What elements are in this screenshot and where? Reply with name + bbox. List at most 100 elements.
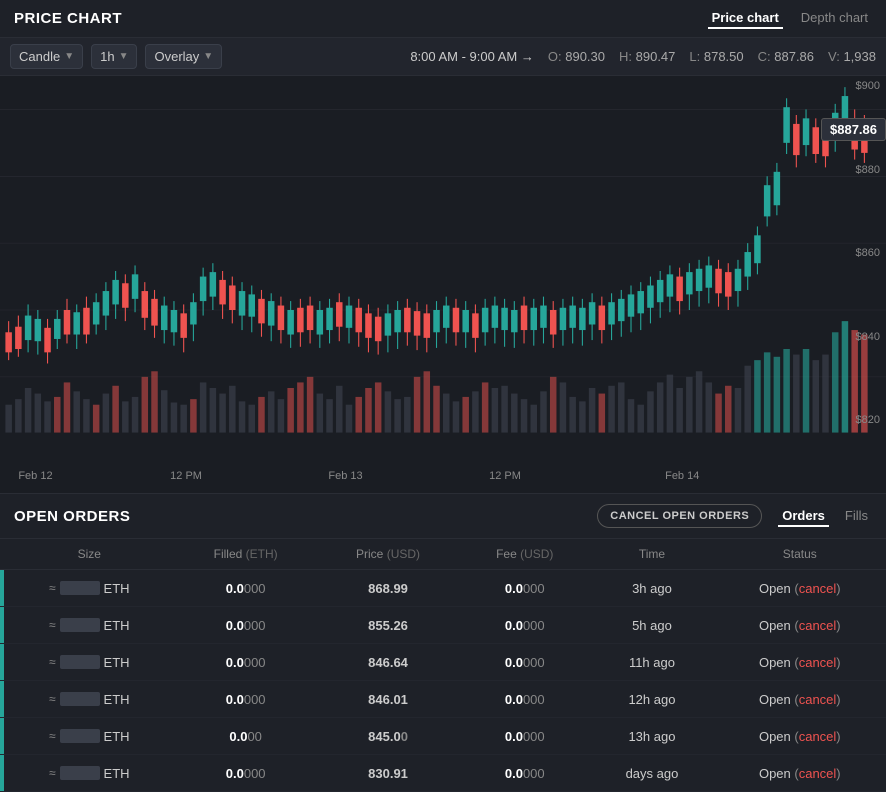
time-cell-2: 5h ago	[590, 607, 713, 644]
ohlcv-info: 8:00 AM - 9:00 AM → O: 890.30 H: 890.47 …	[410, 49, 876, 64]
size-hidden-value	[60, 729, 100, 743]
col-fee: Fee (USD)	[459, 539, 590, 570]
fee-cell-6: 0.0000	[459, 755, 590, 792]
fee-cell-4: 0.0000	[459, 681, 590, 718]
interval-label: 1h	[100, 49, 114, 64]
price-cell-3: 846.64	[317, 644, 459, 681]
table-row: ≈ ETH 0.0000 830.91 0.0000 days ago Open…	[0, 755, 886, 792]
filled-cell-6: 0.0000	[174, 755, 316, 792]
price-cell-2: 855.26	[317, 607, 459, 644]
overlay-label: Overlay	[154, 49, 199, 64]
tab-fills[interactable]: Fills	[841, 506, 872, 527]
size-hidden-value	[60, 618, 100, 632]
status-cell-3: Open (cancel)	[714, 644, 886, 681]
table-row: ≈ ETH 0.0000 855.26 0.0000 5h ago Open (…	[0, 607, 886, 644]
interval-dropdown[interactable]: 1h ▼	[91, 44, 137, 69]
open-label: O: 890.30	[548, 49, 605, 64]
col-price: Price (USD)	[317, 539, 459, 570]
fee-cell-2: 0.0000	[459, 607, 590, 644]
size-cell-5: ≈ ETH	[4, 718, 174, 755]
table-row: ≈ ETH 0.0000 868.99 0.0000 3h ago Open (…	[0, 570, 886, 607]
candle-label: Candle	[19, 49, 60, 64]
size-cell-3: ≈ ETH	[4, 644, 174, 681]
size-hidden-value	[60, 766, 100, 780]
col-filled: Filled (ETH)	[174, 539, 316, 570]
cancel-link-4[interactable]: cancel	[799, 692, 837, 707]
status-cell-5: Open (cancel)	[714, 718, 886, 755]
filled-cell-4: 0.0000	[174, 681, 316, 718]
time-label-12pm-2: 12 PM	[489, 470, 521, 482]
table-row: ≈ ETH 0.0000 846.64 0.0000 11h ago Open …	[0, 644, 886, 681]
chart-area: $900 $880 $860 $840 $820 $887.86	[0, 76, 886, 466]
size-hidden-value	[60, 692, 100, 706]
size-cell-1: ≈ ETH	[4, 570, 174, 607]
status-cell-1: Open (cancel)	[714, 570, 886, 607]
time-label-12pm-1: 12 PM	[170, 470, 202, 482]
chart-title: PRICE CHART	[14, 10, 122, 27]
size-cell-2: ≈ ETH	[4, 607, 174, 644]
candlestick-chart	[0, 76, 886, 466]
orders-table-body: ≈ ETH 0.0000 868.99 0.0000 3h ago Open (…	[0, 570, 886, 792]
chart-header: PRICE CHART Price chart Depth chart	[0, 0, 886, 38]
filled-cell-2: 0.0000	[174, 607, 316, 644]
filled-cell-3: 0.0000	[174, 644, 316, 681]
close-label: C: 887.86	[758, 49, 814, 64]
price-cell-1: 868.99	[317, 570, 459, 607]
time-cell-4: 12h ago	[590, 681, 713, 718]
orders-tabs: Orders Fills	[778, 506, 872, 527]
cancel-link-2[interactable]: cancel	[799, 618, 837, 633]
orders-header-right: CANCEL OPEN ORDERS Orders Fills	[597, 504, 872, 528]
chart-type-tabs: Price chart Depth chart	[708, 8, 872, 29]
time-cell-6: days ago	[590, 755, 713, 792]
col-size: Size	[4, 539, 174, 570]
table-row: ≈ ETH 0.000 845.00 0.0000 13h ago Open (…	[0, 718, 886, 755]
fee-cell-5: 0.0000	[459, 718, 590, 755]
orders-header: OPEN ORDERS CANCEL OPEN ORDERS Orders Fi…	[0, 494, 886, 539]
overlay-arrow-icon: ▼	[203, 51, 213, 62]
size-hidden-value	[60, 655, 100, 669]
candle-dropdown[interactable]: Candle ▼	[10, 44, 83, 69]
col-status: Status	[714, 539, 886, 570]
overlay-dropdown[interactable]: Overlay ▼	[145, 44, 222, 69]
cancel-link-5[interactable]: cancel	[799, 729, 837, 744]
col-time: Time	[590, 539, 713, 570]
fee-cell-3: 0.0000	[459, 644, 590, 681]
price-cell-4: 846.01	[317, 681, 459, 718]
size-cell-4: ≈ ETH	[4, 681, 174, 718]
interval-arrow-icon: ▼	[119, 51, 129, 62]
cancel-link-1[interactable]: cancel	[799, 581, 837, 596]
status-cell-6: Open (cancel)	[714, 755, 886, 792]
cancel-link-6[interactable]: cancel	[799, 766, 837, 781]
time-cell-1: 3h ago	[590, 570, 713, 607]
candle-arrow-icon: ▼	[64, 51, 74, 62]
time-label-feb12: Feb 12	[18, 470, 52, 482]
cancel-open-orders-button[interactable]: CANCEL OPEN ORDERS	[597, 504, 762, 528]
table-row: ≈ ETH 0.0000 846.01 0.0000 12h ago Open …	[0, 681, 886, 718]
tab-price-chart[interactable]: Price chart	[708, 8, 783, 29]
size-cell-6: ≈ ETH	[4, 755, 174, 792]
time-cell-5: 13h ago	[590, 718, 713, 755]
orders-section: OPEN ORDERS CANCEL OPEN ORDERS Orders Fi…	[0, 494, 886, 792]
time-range: 8:00 AM - 9:00 AM →	[410, 49, 534, 64]
cancel-link-3[interactable]: cancel	[799, 655, 837, 670]
price-cell-6: 830.91	[317, 755, 459, 792]
time-axis: Feb 12 12 PM Feb 13 12 PM Feb 14	[0, 466, 886, 494]
high-label: H: 890.47	[619, 49, 675, 64]
filled-cell-1: 0.0000	[174, 570, 316, 607]
time-cell-3: 11h ago	[590, 644, 713, 681]
table-header-row: Size Filled (ETH) Price (USD) Fee (USD) …	[0, 539, 886, 570]
time-label-feb13: Feb 13	[328, 470, 362, 482]
volume-label: V: 1,938	[828, 49, 876, 64]
orders-title: OPEN ORDERS	[14, 508, 130, 525]
low-label: L: 878.50	[689, 49, 743, 64]
price-cell-5: 845.00	[317, 718, 459, 755]
orders-table: Size Filled (ETH) Price (USD) Fee (USD) …	[0, 539, 886, 792]
tab-orders[interactable]: Orders	[778, 506, 829, 527]
fee-cell-1: 0.0000	[459, 570, 590, 607]
status-cell-4: Open (cancel)	[714, 681, 886, 718]
filled-cell-5: 0.000	[174, 718, 316, 755]
size-hidden-value	[60, 581, 100, 595]
tab-depth-chart[interactable]: Depth chart	[797, 8, 872, 29]
chart-toolbar: Candle ▼ 1h ▼ Overlay ▼ 8:00 AM - 9:00 A…	[0, 38, 886, 76]
time-label-feb14: Feb 14	[665, 470, 699, 482]
